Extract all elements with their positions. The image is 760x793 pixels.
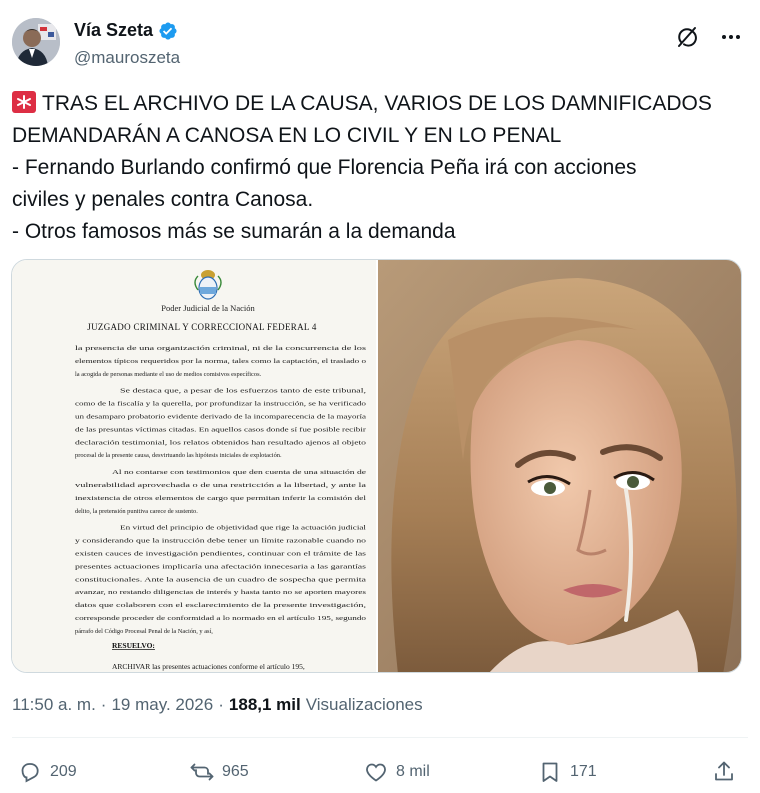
- document-line: Al no contarse con testimonios que den c…: [112, 469, 366, 476]
- meta-separator: ·: [218, 695, 224, 714]
- grok-icon[interactable]: [674, 24, 700, 50]
- tweet-line-2: DEMANDARÁN A CANOSA EN LO CIVIL Y EN LO …: [12, 124, 562, 147]
- document-resolution-heading: RESUELVO:: [112, 641, 155, 650]
- woman-photo[interactable]: [378, 260, 741, 672]
- bookmark-count: 171: [570, 763, 597, 780]
- reply-button[interactable]: 209: [18, 756, 77, 788]
- document-line: corresponde proceder de conformidad a lo…: [75, 615, 366, 622]
- tweet-line-3: - Fernando Burlando confirmó que Florenc…: [12, 156, 637, 179]
- document-line: En virtud del principio de objetividad q…: [120, 525, 366, 532]
- document-line: de las presuntas víctimas citadas. En aq…: [75, 426, 367, 433]
- tweet-metadata: 11:50 a. m. · 19 may. 2026 · 188,1 mil V…: [12, 695, 423, 715]
- user-handle[interactable]: @mauroszeta: [74, 48, 180, 68]
- document-line: la acogida de personas mediante el uso d…: [75, 371, 262, 378]
- like-count: 8 mil: [396, 763, 430, 780]
- document-line: inexistencia de otros elementos de cargo…: [75, 495, 366, 502]
- document-line: vulnerabilidad aprovechada o de una rest…: [75, 482, 366, 489]
- avatar[interactable]: [12, 18, 60, 66]
- document-line: Se destaca que, a pesar de los esfuerzos…: [120, 388, 367, 395]
- tweet-media[interactable]: Poder Judicial de la Nación JUZGADO CRIM…: [11, 259, 742, 673]
- document-line: avanzar, no restando diligencias de inte…: [75, 589, 367, 596]
- share-icon: [715, 761, 733, 781]
- court-document-image[interactable]: Poder Judicial de la Nación JUZGADO CRIM…: [12, 260, 378, 672]
- tweet-text: TRAS EL ARCHIVO DE LA CAUSA, VARIOS DE L…: [12, 88, 742, 248]
- meta-separator: ·: [100, 695, 107, 714]
- verified-badge-icon: [158, 21, 178, 41]
- tweet-header: Vía Szeta @mauroszeta: [12, 12, 748, 72]
- document-line: constitucionales. Ante la ausencia de un…: [75, 576, 366, 583]
- reply-count: 209: [50, 763, 77, 780]
- document-line: existen cauces de investigación pendient…: [75, 551, 367, 558]
- coat-of-arms-icon: [194, 270, 222, 300]
- document-court: JUZGADO CRIMINAL Y CORRECCIONAL FEDERAL …: [87, 322, 317, 332]
- document-line: declaración testimonial, los relatos obt…: [75, 439, 366, 446]
- share-button[interactable]: [712, 756, 736, 788]
- repost-icon: [190, 763, 214, 781]
- action-bar: 209 965 8 mil 171: [12, 756, 748, 788]
- document-line: elementos típicos requeridos por la norm…: [75, 358, 366, 365]
- document-body: la presencia de una organización crimina…: [75, 345, 367, 635]
- repost-count: 965: [222, 763, 249, 780]
- tweet-line-1: TRAS EL ARCHIVO DE LA CAUSA, VARIOS DE L…: [42, 92, 712, 115]
- document-line: procesal de la presente causa, desvirtua…: [75, 452, 282, 459]
- tweet-time[interactable]: 11:50 a. m.: [12, 695, 96, 715]
- divider: [12, 737, 748, 738]
- document-institution: Poder Judicial de la Nación: [161, 303, 255, 313]
- tweet-line-5: - Otros famosos más se sumarán a la dema…: [12, 220, 456, 243]
- tweet-date[interactable]: 19 may. 2026: [111, 695, 213, 715]
- document-line: párrafo del Código Procesal Penal de la …: [75, 628, 213, 635]
- like-button[interactable]: 8 mil: [364, 756, 430, 788]
- display-name[interactable]: Vía Szeta: [74, 20, 153, 41]
- document-line: y considerando que la instrucción debe t…: [75, 538, 366, 545]
- views-count: 188,1 mil: [228, 695, 301, 714]
- document-line: delito, la pretensión punitiva carece de…: [75, 508, 198, 515]
- bookmark-icon: [542, 762, 558, 782]
- repost-button[interactable]: 965: [190, 756, 249, 788]
- more-icon[interactable]: [718, 24, 744, 50]
- bookmark-button[interactable]: 171: [538, 756, 597, 788]
- document-line: un desamparo probatorio evidente derivad…: [75, 414, 366, 421]
- document-resolution-text: ARCHIVAR las presentes actuaciones confo…: [112, 662, 305, 671]
- document-line: la presencia de una organización crimina…: [75, 345, 367, 352]
- heart-icon: [366, 763, 386, 782]
- document-line: presentes actuaciones implicaría una afe…: [75, 563, 367, 570]
- document-line: como de la fiscalía y la querella, por p…: [75, 401, 366, 408]
- reply-icon: [21, 763, 39, 783]
- tweet-line: TRAS EL ARCHIVO DE LA CAUSA, VARIOS DE L…: [12, 88, 742, 120]
- document-line: datos que colaboren con el esclarecimien…: [75, 602, 367, 609]
- tweet-line-4: civiles y penales contra Canosa.: [12, 188, 314, 211]
- siren-icon: [12, 91, 36, 113]
- views-label: Visualizaciones: [305, 695, 423, 714]
